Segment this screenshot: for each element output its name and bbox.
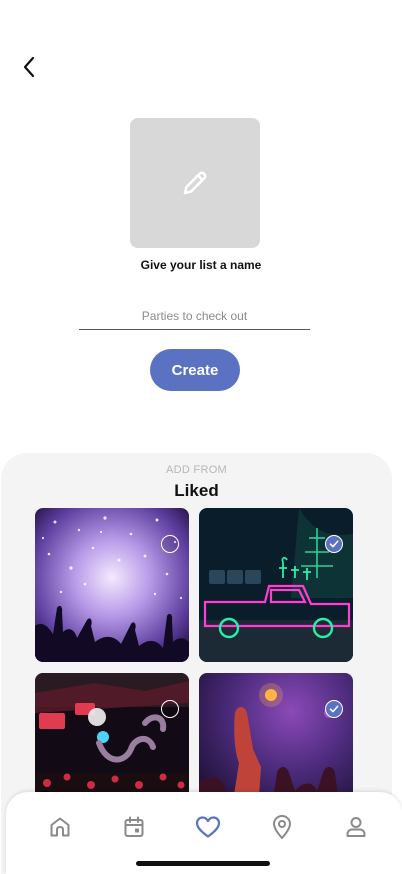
- select-indicator: [161, 700, 179, 718]
- confetti-concert-photo: [35, 508, 189, 662]
- select-indicator: [161, 535, 179, 553]
- neon-truck-photo: [199, 508, 353, 662]
- home-indicator: [136, 861, 270, 866]
- select-indicator: [325, 700, 343, 718]
- list-cover-picker[interactable]: [130, 118, 260, 248]
- tab-liked[interactable]: [193, 812, 223, 842]
- liked-item-confetti-concert[interactable]: [35, 508, 189, 662]
- pencil-icon: [183, 171, 207, 195]
- checkmark-icon: [329, 540, 339, 548]
- user-icon: [346, 817, 366, 837]
- list-name-input[interactable]: [79, 303, 310, 330]
- checkmark-icon: [329, 705, 339, 713]
- home-icon: [50, 817, 70, 837]
- tab-home[interactable]: [45, 812, 75, 842]
- back-button[interactable]: [16, 54, 42, 80]
- select-indicator: [325, 535, 343, 553]
- section-title: Liked: [174, 481, 219, 500]
- create-button[interactable]: Create: [150, 349, 240, 391]
- section-caption: ADD FROM: [165, 464, 228, 476]
- tab-profile[interactable]: [341, 812, 371, 842]
- chevron-left-icon: [23, 56, 35, 78]
- heart-icon: [195, 816, 221, 838]
- name-prompt: Give your list a name: [140, 258, 262, 272]
- location-pin-icon: [273, 815, 291, 839]
- liked-item-neon-truck[interactable]: [199, 508, 353, 662]
- tab-map[interactable]: [267, 812, 297, 842]
- tab-calendar[interactable]: [119, 812, 149, 842]
- calendar-icon: [124, 816, 144, 837]
